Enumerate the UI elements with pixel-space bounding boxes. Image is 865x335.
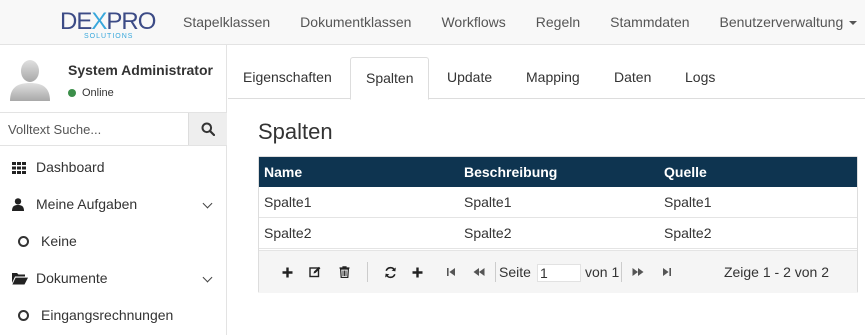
previous-page-icon: [473, 268, 485, 276]
column-header-name[interactable]: Name: [264, 157, 302, 187]
sidebar-item-label: Keine: [41, 233, 77, 249]
records-summary: Zeige 1 - 2 von 2: [723, 264, 829, 280]
plus-icon: [282, 267, 292, 277]
main-content: Eigenschaften Spalten Update Mapping Dat…: [228, 45, 865, 335]
edit-button[interactable]: [309, 264, 321, 280]
table-cell: Spalte2: [264, 225, 312, 241]
fulltext-search-input[interactable]: [0, 113, 189, 145]
column-header-quelle[interactable]: Quelle: [664, 157, 707, 187]
chevron-down-icon: [202, 272, 213, 283]
sidebar-item-label: Eingangsrechnungen: [41, 307, 174, 323]
plus-icon: [412, 267, 422, 277]
chevron-down-icon: [202, 198, 213, 209]
delete-button[interactable]: [338, 264, 350, 280]
circle-icon: [18, 236, 29, 247]
sidebar-item-dokumente[interactable]: Dokumente: [0, 260, 227, 297]
sidebar: System Administrator Online Dashboard: [0, 45, 227, 335]
user-panel: System Administrator Online: [0, 45, 227, 112]
sidebar-item-keine[interactable]: Keine: [0, 223, 227, 260]
add-button[interactable]: [281, 264, 293, 280]
sidebar-item-meine-aufgaben[interactable]: Meine Aufgaben: [0, 186, 227, 223]
tab-eigenschaften[interactable]: Eigenschaften: [228, 57, 347, 99]
last-page-icon: [663, 268, 671, 276]
nav-dokumentklassen[interactable]: Dokumentklassen: [300, 0, 411, 45]
last-page-button[interactable]: [661, 264, 673, 280]
page-number-input[interactable]: [537, 264, 581, 282]
column-header-beschreibung[interactable]: Beschreibung: [464, 157, 557, 187]
sidebar-item-dashboard[interactable]: Dashboard: [0, 149, 227, 186]
next-page-icon: [632, 268, 644, 276]
caret-down-icon: [849, 21, 858, 26]
tab-spalten[interactable]: Spalten: [350, 57, 430, 100]
add-row-button[interactable]: [411, 264, 423, 280]
nav-stammdaten[interactable]: Stammdaten: [610, 0, 689, 45]
sidebar-item-label: Dashboard: [36, 159, 105, 175]
table-cell: Spalte1: [464, 194, 512, 210]
folder-open-icon: [12, 262, 28, 285]
table-cell: Spalte2: [664, 225, 712, 241]
tab-update[interactable]: Update: [432, 57, 507, 99]
nav-benutzerverwaltung[interactable]: Benutzerverwaltung: [720, 0, 858, 45]
tab-bar: Eigenschaften Spalten Update Mapping Dat…: [228, 57, 865, 100]
pager-separator: [495, 262, 496, 282]
sidebar-search: [0, 112, 227, 146]
refresh-icon: [384, 266, 396, 278]
sidebar-item-eingangsrechnungen[interactable]: Eingangsrechnungen: [0, 297, 227, 334]
first-page-button[interactable]: [445, 264, 457, 280]
refresh-button[interactable]: [383, 264, 397, 280]
nav-workflows[interactable]: Workflows: [441, 0, 505, 45]
table-header: Name Beschreibung Quelle: [259, 157, 857, 187]
edit-icon: [309, 266, 321, 278]
nav-regeln[interactable]: Regeln: [536, 0, 580, 45]
circle-icon: [18, 310, 29, 321]
tab-mapping[interactable]: Mapping: [511, 57, 595, 99]
first-page-icon: [447, 268, 455, 276]
table-cell: Spalte1: [664, 194, 712, 210]
top-navbar: DEXPRO SOLUTIONS Stapelklassen Dokumentk…: [0, 0, 865, 45]
nav-benutzerverwaltung-label: Benutzerverwaltung: [719, 14, 844, 30]
table-cell: Spalte2: [464, 225, 512, 241]
table-row[interactable]: Spalte2 Spalte2 Spalte2: [259, 218, 857, 249]
status-text: Online: [82, 87, 114, 99]
avatar: [10, 57, 50, 101]
table-pager: Seite von 1 Zeige 1 - 2 von 2: [259, 250, 857, 293]
page-count-label: von 1: [585, 264, 620, 280]
sidebar-item-label: Dokumente: [36, 270, 108, 286]
page-label: Seite: [499, 264, 531, 280]
sidebar-item-label: Meine Aufgaben: [36, 196, 138, 212]
online-status-dot-icon: [68, 89, 76, 97]
main-menu: Stapelklassen Dokumentklassen Workflows …: [183, 0, 865, 45]
previous-page-button[interactable]: [472, 264, 486, 280]
page-title: Spalten: [258, 119, 333, 144]
next-page-button[interactable]: [631, 264, 645, 280]
grid-icon: [12, 151, 28, 174]
nav-stapelklassen[interactable]: Stapelklassen: [183, 0, 270, 45]
user-icon: [12, 188, 28, 211]
columns-table: Name Beschreibung Quelle Spalte1 Spalte1…: [258, 156, 858, 293]
search-button[interactable]: [189, 113, 227, 145]
trash-icon: [339, 266, 349, 278]
tab-logs[interactable]: Logs: [670, 57, 730, 99]
table-row[interactable]: Spalte1 Spalte1 Spalte1: [259, 187, 857, 218]
tab-daten[interactable]: Daten: [599, 57, 666, 99]
sidebar-menu: Dashboard Meine Aufgaben Keine Dokumente: [0, 149, 227, 334]
search-icon: [201, 122, 215, 136]
dexpro-logo[interactable]: DEXPRO SOLUTIONS: [60, 9, 160, 43]
table-cell: Spalte1: [264, 194, 312, 210]
user-status: Online: [68, 87, 114, 99]
pager-separator: [621, 262, 622, 282]
pager-separator: [367, 262, 368, 282]
user-name: System Administrator: [68, 62, 213, 78]
